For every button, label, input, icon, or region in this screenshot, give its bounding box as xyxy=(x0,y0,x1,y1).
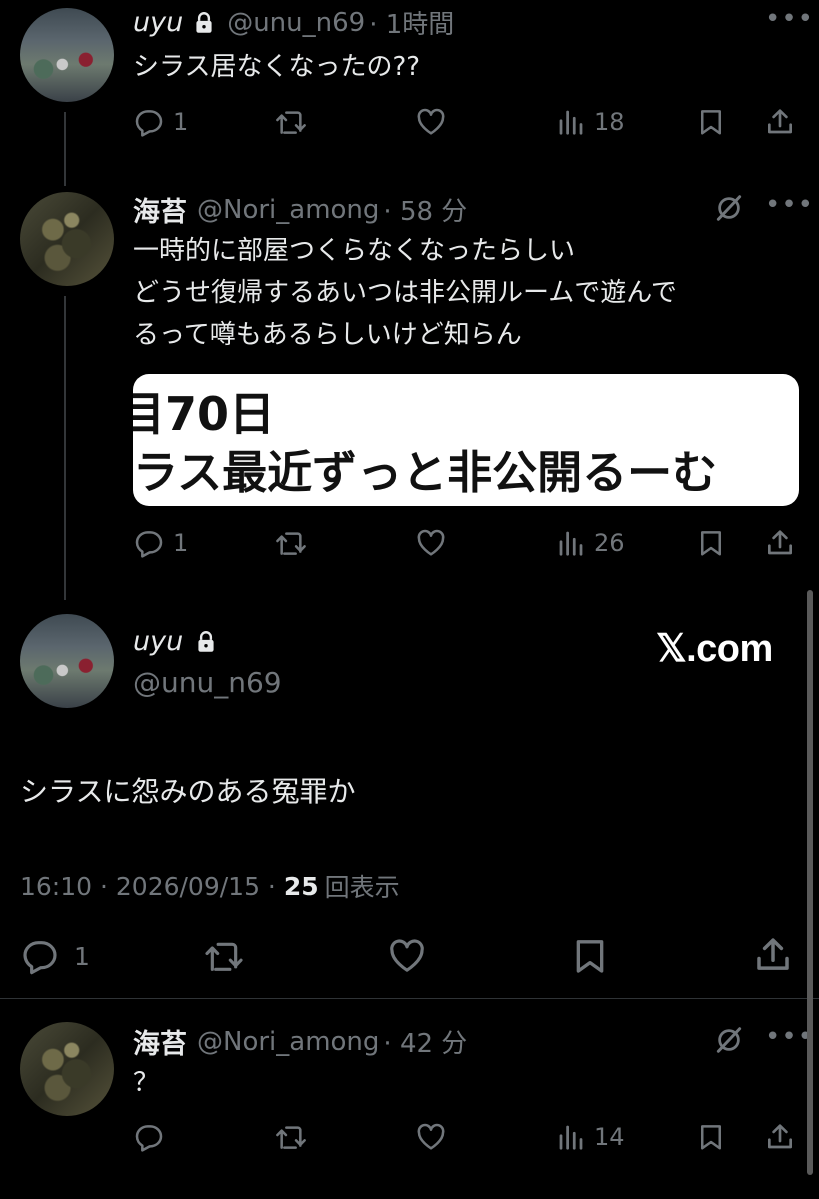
share-button[interactable] xyxy=(764,1121,796,1153)
view-count: 18 xyxy=(594,108,625,136)
bookmark-button[interactable] xyxy=(570,936,610,976)
avatar[interactable] xyxy=(20,192,114,286)
reply-icon xyxy=(133,106,165,138)
share-button[interactable] xyxy=(764,106,796,138)
views-icon xyxy=(556,106,586,138)
heart-icon xyxy=(385,936,429,976)
tweet-text: シラス居なくなったの?? xyxy=(133,52,421,82)
like-button[interactable] xyxy=(414,1121,448,1153)
timestamp[interactable]: 16:10 · 2026/09/15 · xyxy=(20,872,276,901)
bookmark-button[interactable] xyxy=(696,106,726,138)
view-count: 25 xyxy=(283,871,319,901)
more-icon[interactable]: ••• xyxy=(765,4,814,34)
scrollbar[interactable] xyxy=(807,590,813,1175)
tweet-text-line: 一時的に部屋つくらなくなったらしい xyxy=(133,236,576,266)
share-icon xyxy=(764,106,796,138)
grok-icon[interactable] xyxy=(714,193,744,223)
views-button[interactable]: 14 xyxy=(556,1121,625,1153)
reply-button[interactable]: 1 xyxy=(20,936,90,976)
share-button[interactable] xyxy=(752,934,794,976)
bookmark-button[interactable] xyxy=(696,527,726,559)
bookmark-icon xyxy=(696,1121,726,1153)
heart-icon xyxy=(414,527,448,559)
reply-icon xyxy=(20,936,60,976)
post-time[interactable]: · 1時間 xyxy=(369,4,454,41)
handle[interactable]: @Nori_among xyxy=(197,1027,379,1057)
reply-button[interactable] xyxy=(133,1121,165,1153)
lock-icon xyxy=(191,10,217,36)
more-icon[interactable]: ••• xyxy=(765,190,814,220)
avatar[interactable] xyxy=(20,8,114,102)
media-image[interactable]: 目70日 ラス最近ずっと非公開るーむ xyxy=(133,374,799,506)
share-button[interactable] xyxy=(764,527,796,559)
heart-icon xyxy=(414,1121,448,1153)
view-count: 14 xyxy=(594,1123,625,1151)
tweet-text: シラスに怨みのある冤罪か xyxy=(20,775,356,808)
handle[interactable]: @unu_n69 xyxy=(227,8,365,38)
display-name[interactable]: uyu xyxy=(133,626,183,657)
like-button[interactable] xyxy=(414,527,448,559)
thread-line xyxy=(64,296,66,600)
tweet-text: ？ xyxy=(133,1068,160,1098)
retweet-button[interactable] xyxy=(202,936,246,976)
views-icon xyxy=(556,527,586,559)
retweet-icon xyxy=(274,527,308,559)
avatar[interactable] xyxy=(20,1022,114,1116)
bookmark-icon xyxy=(696,106,726,138)
reply-icon xyxy=(133,527,165,559)
divider xyxy=(0,998,819,999)
share-icon xyxy=(764,1121,796,1153)
grok-icon[interactable] xyxy=(714,1025,744,1055)
share-icon xyxy=(764,527,796,559)
handle[interactable]: @Nori_among xyxy=(197,195,379,225)
x-watermark: 𝕏.com xyxy=(656,628,773,670)
retweet-button[interactable] xyxy=(274,106,308,138)
views-icon xyxy=(556,1121,586,1153)
display-name[interactable]: 海苔 xyxy=(133,1022,187,1061)
media-caption-line: 目70日 xyxy=(133,387,276,441)
reply-icon xyxy=(133,1121,165,1153)
reply-count: 1 xyxy=(173,108,189,136)
bookmark-icon xyxy=(570,936,610,976)
bookmark-icon xyxy=(696,527,726,559)
retweet-icon xyxy=(274,106,308,138)
reply-count: 1 xyxy=(74,941,90,971)
retweet-button[interactable] xyxy=(274,527,308,559)
view-label: 回表示 xyxy=(324,873,400,902)
bookmark-button[interactable] xyxy=(696,1121,726,1153)
reply-button[interactable]: 1 xyxy=(133,106,188,138)
views-button[interactable]: 26 xyxy=(556,527,625,559)
tweet-text-line: るって噂もあるらしいけど知らん xyxy=(133,320,522,350)
avatar[interactable] xyxy=(20,614,114,708)
display-name[interactable]: uyu xyxy=(133,7,183,38)
view-count: 26 xyxy=(594,529,625,557)
display-name[interactable]: 海苔 xyxy=(133,190,187,229)
like-button[interactable] xyxy=(414,106,448,138)
like-button[interactable] xyxy=(385,936,429,976)
retweet-button[interactable] xyxy=(274,1121,308,1153)
media-caption-line: ラス最近ずっと非公開るーむ xyxy=(133,446,718,499)
share-icon xyxy=(752,934,794,976)
views-button[interactable]: 18 xyxy=(556,106,625,138)
post-time[interactable]: · 42 分 xyxy=(383,1023,467,1060)
retweet-icon xyxy=(202,936,246,976)
heart-icon xyxy=(414,106,448,138)
tweet-text-line: どうせ復帰するあいつは非公開ルームで遊んで xyxy=(133,278,677,308)
reply-count: 1 xyxy=(173,529,189,557)
reply-button[interactable]: 1 xyxy=(133,527,188,559)
thread-line xyxy=(64,112,66,186)
post-time[interactable]: · 58 分 xyxy=(383,191,467,228)
retweet-icon xyxy=(274,1121,308,1153)
handle[interactable]: @unu_n69 xyxy=(133,666,282,699)
lock-icon xyxy=(193,629,219,655)
